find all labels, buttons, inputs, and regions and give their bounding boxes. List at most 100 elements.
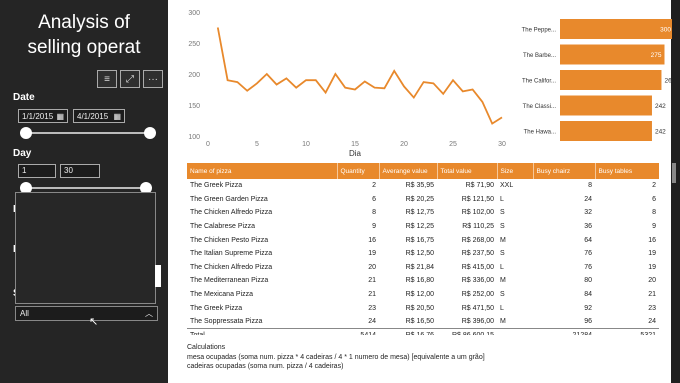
bar-value-label: 267	[664, 78, 672, 85]
table-cell: R$ 396,00	[461, 317, 494, 325]
table-row[interactable]: The Calabrese Pizza 9 R$ 12,25 R$ 110,25 S 36…	[187, 220, 659, 234]
calculations-title: Calculations	[187, 344, 226, 351]
table-cell: S	[500, 209, 505, 217]
x-tick-label: 25	[449, 141, 457, 148]
table-cell: 16	[648, 236, 656, 244]
table-cell: R$ 20,25	[405, 195, 434, 203]
bar-category-label: The Califor...	[522, 79, 556, 85]
table-cell: R$ 12,00	[405, 291, 434, 299]
bar-value-label: 300	[660, 27, 671, 34]
top-pizzas-bar-chart[interactable]: The Peppe... 300 The Barbe... 275 The Califo…	[512, 15, 672, 150]
date-slider-start-handle[interactable]	[20, 127, 32, 139]
focus-mode-icon[interactable]: ⤢	[120, 70, 140, 88]
table-cell: S	[500, 250, 505, 258]
table-cell: 8	[372, 209, 376, 217]
table-cell: 19	[648, 263, 656, 271]
table-cell: 21	[368, 291, 376, 299]
calculations-line: mesa ocupadas (soma num. pizza * 4 cadei…	[187, 353, 485, 361]
date-to-input[interactable]: 4/1/2015 ▦	[73, 109, 125, 123]
table-cell: M	[500, 277, 506, 285]
table-cell: R$ 12,75	[405, 209, 434, 217]
column-header[interactable]: Size	[497, 163, 534, 179]
report-page: Analysis of selling operat ≡ ⤢ ··· Date …	[0, 0, 680, 383]
table-cell: 92	[584, 304, 592, 312]
table-cell: R$ 102,00	[461, 209, 494, 217]
table-cell: R$ 16,75	[405, 236, 434, 244]
pizza-dropdown[interactable]: All ︿	[15, 306, 158, 321]
table-row[interactable]: The Green Garden Pizza 6 R$ 20,25 R$ 121,50…	[187, 193, 659, 207]
column-header[interactable]: Name of pizza	[187, 163, 338, 179]
more-options-icon[interactable]: ···	[143, 70, 163, 88]
table-cell: R$ 12,50	[405, 250, 434, 258]
table-row[interactable]: The Mexicana Pizza 21 R$ 12,00 R$ 252,00 S 84…	[187, 288, 659, 302]
bar[interactable]	[560, 121, 652, 141]
table-scrollbar[interactable]	[672, 163, 676, 183]
bar[interactable]	[560, 44, 665, 65]
table-row[interactable]: The Chicken Alfredo Pizza 20 R$ 21,84 R$ 41…	[187, 261, 659, 275]
table-cell: R$ 71,90	[465, 182, 494, 190]
table-cell: The Calabrese Pizza	[190, 223, 255, 231]
table-cell: R$ 237,50	[461, 250, 494, 258]
column-header[interactable]: Busy chairz	[533, 163, 596, 179]
bar-category-label: The Peppe...	[522, 28, 557, 34]
bar-value-label: 242	[655, 129, 666, 136]
table-row[interactable]: The Mediterranean Pizza 21 R$ 16,80 R$ 336,…	[187, 274, 659, 288]
table-cell: The Greek Pizza	[190, 182, 243, 190]
date-slider-track[interactable]	[24, 132, 152, 134]
table-cell: R$ 21,84	[405, 263, 434, 271]
calendar-icon[interactable]: ▦	[113, 112, 121, 121]
x-tick-label: 30	[498, 141, 506, 148]
table-cell: S	[500, 291, 505, 299]
visual-header-toolbar: ≡ ⤢ ···	[97, 70, 163, 88]
column-header[interactable]: Total value	[437, 163, 498, 179]
total-cell	[497, 328, 533, 335]
chevron-up-icon[interactable]: ︿	[145, 308, 153, 319]
resize-handle[interactable]	[155, 265, 161, 287]
table-row[interactable]: The Soppressata Pizza 24 R$ 16,50 R$ 396,00…	[187, 315, 659, 329]
column-header[interactable]: Busy tables	[595, 163, 659, 179]
pizza-sales-table[interactable]: Name of pizza Quantity Averange value Total…	[187, 163, 659, 335]
table-cell: R$ 252,00	[461, 291, 494, 299]
table-row[interactable]: The Chicken Pesto Pizza 16 R$ 16,75 R$ 268,…	[187, 233, 659, 247]
date-from-input[interactable]: 1/1/2015 ▦	[18, 109, 68, 123]
date-slider-end-handle[interactable]	[144, 127, 156, 139]
bar[interactable]	[560, 19, 672, 39]
sales-series-line[interactable]	[216, 27, 503, 125]
calendar-icon[interactable]: ▦	[56, 112, 64, 121]
column-header[interactable]: Quantity	[337, 163, 380, 179]
table-cell: R$ 20,50	[405, 304, 434, 312]
table-cell: 19	[648, 250, 656, 258]
table-cell: 23	[368, 304, 376, 312]
bar-category-label: The Classi...	[523, 104, 557, 110]
dropdown-list-panel[interactable]	[15, 192, 156, 304]
x-tick-label: 20	[400, 141, 408, 148]
table-cell: The Chicken Pesto Pizza	[190, 236, 269, 244]
day-slider-track[interactable]	[24, 187, 148, 189]
table-cell: R$ 121,50	[461, 195, 494, 203]
table-cell: R$ 415,00	[461, 263, 494, 271]
page-scrollbar[interactable]	[671, 0, 680, 383]
report-title: Analysis of selling operat	[27, 12, 141, 58]
table-cell: 6	[372, 195, 376, 203]
daily-sales-line-chart[interactable]: 100 150 200 250 300 0 5 10 15 20 25 30 Dia	[170, 0, 510, 158]
day-from-input[interactable]: 1	[18, 164, 56, 178]
x-tick-label: 10	[302, 141, 310, 148]
table-cell: R$ 35,95	[405, 182, 434, 190]
calculations-note: Calculations mesa ocupadas (soma num. pi…	[187, 343, 485, 372]
table-row[interactable]: The Greek Pizza 23 R$ 20,50 R$ 471,50 L 92 23	[187, 301, 659, 315]
table-row[interactable]: The Italian Supreme Pizza 19 R$ 12,50 R$ 23…	[187, 247, 659, 261]
column-header[interactable]: Averange value	[379, 163, 438, 179]
table-cell: The Greek Pizza	[190, 304, 243, 312]
calculations-line: cadeiras ocupadas (soma num. pizza / 4 c…	[187, 363, 344, 370]
bar[interactable]	[560, 70, 662, 90]
filter-icon[interactable]: ≡	[97, 70, 117, 88]
day-to-input[interactable]: 30	[60, 164, 100, 178]
table-row[interactable]: The Chicken Alfredo Pizza 8 R$ 12,75 R$ 102…	[187, 206, 659, 220]
table-cell: 8	[652, 209, 656, 217]
bar[interactable]	[560, 95, 652, 116]
x-tick-label: 5	[255, 141, 259, 148]
day-slicer-label: Day	[13, 148, 32, 159]
table-row[interactable]: The Greek Pizza 2 R$ 35,95 R$ 71,90 XXL 8 2	[187, 179, 659, 193]
bar-category-label: The Hawa...	[524, 130, 557, 136]
table-header-row: Name of pizza Quantity Averange value Total…	[187, 163, 659, 179]
